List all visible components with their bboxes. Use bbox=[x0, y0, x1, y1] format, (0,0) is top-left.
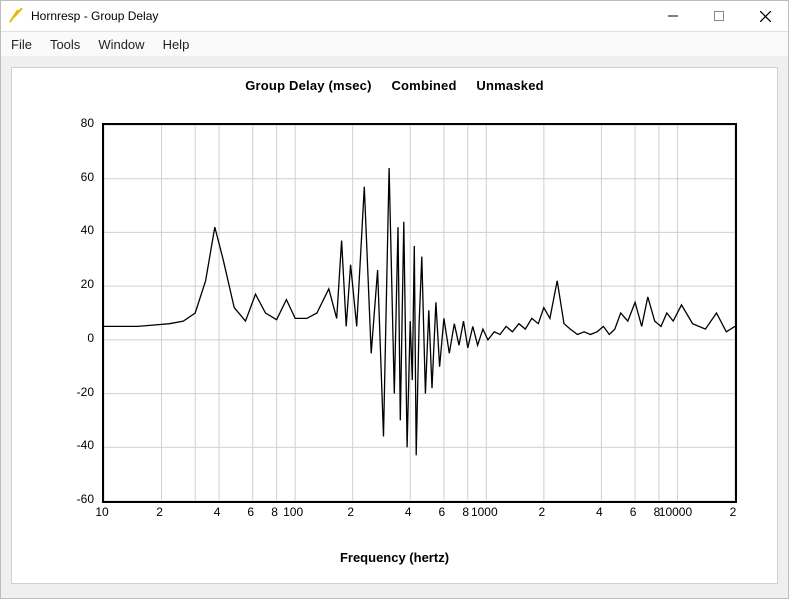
titlebar: Hornresp - Group Delay bbox=[1, 1, 788, 32]
close-button[interactable] bbox=[742, 1, 788, 31]
app-icon bbox=[7, 7, 25, 25]
plot-svg bbox=[104, 125, 735, 501]
chart-title-combined: Combined bbox=[391, 78, 456, 93]
maximize-button[interactable] bbox=[696, 1, 742, 31]
chart-title: Group Delay (msec) Combined Unmasked bbox=[12, 78, 777, 93]
menubar: File Tools Window Help bbox=[1, 32, 788, 57]
plot-area bbox=[102, 123, 737, 503]
menu-file[interactable]: File bbox=[11, 37, 32, 52]
menu-window[interactable]: Window bbox=[98, 37, 144, 52]
window-title: Hornresp - Group Delay bbox=[31, 9, 158, 23]
menu-tools[interactable]: Tools bbox=[50, 37, 80, 52]
client-area: Group Delay (msec) Combined Unmasked -60… bbox=[1, 57, 788, 598]
menu-help[interactable]: Help bbox=[163, 37, 190, 52]
chart: Group Delay (msec) Combined Unmasked -60… bbox=[11, 67, 778, 584]
chart-title-unmasked: Unmasked bbox=[476, 78, 543, 93]
hornresp-window: Hornresp - Group Delay File Tools Window… bbox=[0, 0, 789, 599]
chart-title-main: Group Delay (msec) bbox=[245, 78, 371, 93]
x-axis-title: Frequency (hertz) bbox=[12, 550, 777, 565]
minimize-button[interactable] bbox=[650, 1, 696, 31]
